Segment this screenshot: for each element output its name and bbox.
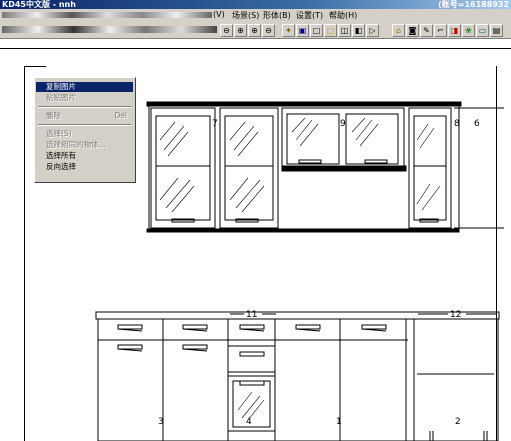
- menu-settings[interactable]: 设置(T): [296, 10, 323, 21]
- menu-paste-image-label: 粘贴图片: [46, 93, 76, 102]
- menu-delete-shortcut: Del: [114, 111, 127, 120]
- cabinet-number-12: 12: [450, 310, 461, 320]
- blurred-toolbar-region: [2, 26, 217, 33]
- monitor-icon[interactable]: ▭: [476, 24, 489, 37]
- cabinet-number-4: 4: [246, 417, 252, 427]
- menu-view[interactable]: (V): [213, 10, 225, 19]
- image-icon[interactable]: ▤: [490, 24, 503, 37]
- cabinet-number-11: 11: [246, 310, 257, 320]
- zoom-in-icon[interactable]: ⊕: [234, 24, 247, 37]
- cube-open-icon[interactable]: ◧: [352, 24, 365, 37]
- menu-paste-image[interactable]: 粘贴图片: [36, 93, 133, 103]
- menu-copy-image[interactable]: 复制图片: [36, 82, 133, 92]
- zoom-all-icon[interactable]: ⊖: [262, 24, 275, 37]
- menu-invert-selection[interactable]: 反向选择: [36, 162, 133, 172]
- menu-select[interactable]: 选择(S): [36, 129, 133, 139]
- context-menu: 复制图片 粘贴图片 删除 Del 选择(S) 选择相同的物体... 选择所有 反向…: [34, 77, 136, 183]
- lower-glass-hatching: [237, 391, 265, 421]
- menu-bar: (V) 场景(S) 形体(B) 设置(T) 帮助(H): [0, 9, 511, 22]
- upper-cabinets: [146, 101, 504, 233]
- cabinet-number-7: 7: [212, 119, 218, 129]
- toolbar: ⊖ ⊕ ⊕ ⊖ ✦ ▣ □ ▢ ◫ ◧ ▷ ⌂ ◙ ✎ ⌐ ◨ ❀ ▭ ▤: [0, 22, 511, 39]
- cabinet-number-3: 3: [158, 417, 164, 427]
- play-icon[interactable]: ▷: [366, 24, 379, 37]
- cabinet-number-9: 9: [340, 119, 346, 129]
- door-icon[interactable]: ◨: [448, 24, 461, 37]
- frame-icon[interactable]: □: [310, 24, 323, 37]
- render-icon[interactable]: ✦: [282, 24, 295, 37]
- box-icon[interactable]: ▢: [324, 24, 337, 37]
- menu-separator: [38, 124, 131, 126]
- menu-select-all-label: 选择所有: [46, 151, 76, 160]
- menu-select-same-label: 选择相同的物体...: [46, 140, 106, 149]
- cabinet-number-1: 1: [336, 417, 342, 427]
- zoom-out-icon[interactable]: ⊖: [220, 24, 233, 37]
- menu-invert-selection-label: 反向选择: [46, 162, 76, 171]
- camera-icon[interactable]: ◙: [406, 24, 419, 37]
- menu-help[interactable]: 帮助(H): [329, 10, 357, 21]
- blurred-menu-region: [2, 12, 212, 18]
- title-bar: KD45中文版 - nnh (账号=16188932: [0, 0, 511, 9]
- menu-shape[interactable]: 形体(B): [263, 10, 291, 21]
- cabinet-number-6: 6: [474, 119, 480, 129]
- menu-select-all[interactable]: 选择所有: [36, 151, 133, 161]
- cabinet-number-2: 2: [455, 417, 461, 427]
- cube-icon[interactable]: ◫: [338, 24, 351, 37]
- menu-copy-image-label: 复制图片: [46, 82, 76, 91]
- menu-delete[interactable]: 删除 Del: [36, 111, 133, 121]
- pen-icon[interactable]: ✎: [420, 24, 433, 37]
- cabinet-number-8: 8: [454, 119, 460, 129]
- lower-cabinets: [95, 311, 500, 441]
- menu-separator: [38, 106, 131, 108]
- save-view-icon[interactable]: ▣: [296, 24, 309, 37]
- menu-scene[interactable]: 场景(S): [232, 10, 259, 21]
- menu-delete-label: 删除: [46, 111, 61, 120]
- corner-icon[interactable]: ⌐: [434, 24, 447, 37]
- cabinet-icon[interactable]: ⌂: [392, 24, 405, 37]
- zoom-window-icon[interactable]: ⊕: [248, 24, 261, 37]
- palette-icon[interactable]: ❀: [462, 24, 475, 37]
- menu-select-label: 选择(S): [46, 129, 72, 138]
- menu-select-same[interactable]: 选择相同的物体...: [36, 140, 133, 150]
